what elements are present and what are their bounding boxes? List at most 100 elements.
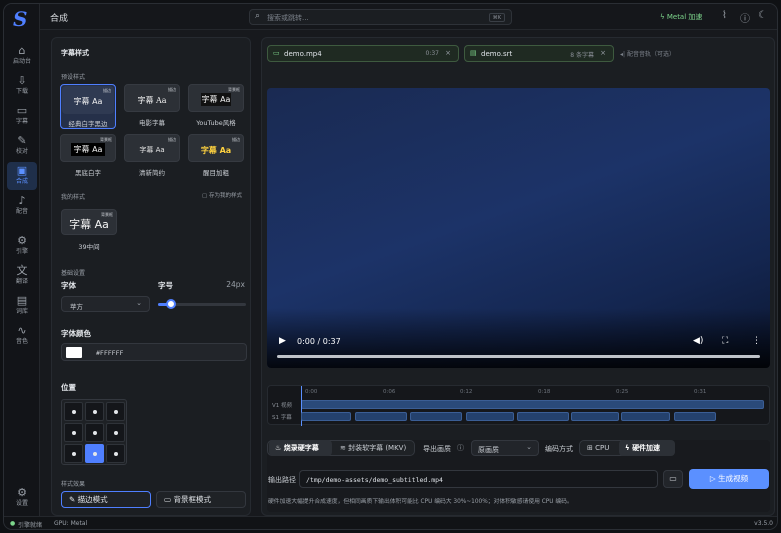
preset-name: 39中间 (78, 243, 100, 251)
playback-time: 0:00 / 0:37 (297, 337, 341, 346)
fullscreen-icon[interactable]: ⛶ (722, 336, 728, 346)
subtitle-segment[interactable] (409, 412, 463, 421)
pen-icon: ✎ (69, 495, 78, 504)
book-icon: ▤ (16, 294, 28, 307)
app-version: v3.5.0 (754, 520, 773, 527)
nav-item-settings[interactable]: ⚙ 设置 (7, 484, 37, 512)
outline-mode-button[interactable]: ✎ 描边模式 (61, 491, 151, 508)
subtitle-segment[interactable] (571, 412, 619, 421)
subtitle-segment[interactable] (673, 412, 717, 421)
preset-sample: 字幕 Aa (73, 97, 103, 106)
position-bottom-right[interactable] (106, 444, 125, 463)
preset-card[interactable]: 背景框 字幕 Aa YouTube风格 (188, 84, 244, 129)
top-bar: 合成 ⌕ 搜索或跳转... ⌘K ϟ Metal 加速 ⌇ ⓘ ☾ (40, 4, 777, 30)
video-track[interactable] (301, 400, 764, 409)
audio-icon: ◂| (620, 51, 627, 58)
box-mode-button[interactable]: ▭ 背景框模式 (156, 491, 246, 508)
video-player[interactable]: ▶ 0:00 / 0:37 ◀) ⛶ ⋮ (267, 88, 770, 368)
position-top-right[interactable] (106, 402, 125, 421)
my-style-card[interactable]: 背景框 字幕 Aa 39中间 (61, 209, 117, 254)
nav-item-translate[interactable]: 文翻译 (7, 262, 37, 290)
position-middle-center[interactable] (85, 423, 104, 442)
font-label: 字体 (61, 281, 76, 290)
subtitle-segment[interactable] (621, 412, 671, 421)
position-middle-right[interactable] (106, 423, 125, 442)
color-swatch[interactable] (66, 347, 82, 358)
folder-icon[interactable]: ▭ (663, 470, 683, 488)
preset-name: YouTube风格 (196, 119, 236, 127)
position-bottom-center[interactable] (85, 444, 104, 463)
play-icon[interactable]: ▶ (279, 336, 286, 346)
timeline[interactable]: 0:00 0:06 0:12 0:18 0:25 0:31 V1 视频 S1 字… (267, 385, 770, 426)
font-select[interactable]: 苹方 ⌄ (61, 296, 150, 312)
output-path-input[interactable]: /tmp/demo-assets/demo_subtitled.mp4 (299, 470, 658, 488)
position-top-center[interactable] (85, 402, 104, 421)
preset-name: 经典白字黑边 (68, 120, 108, 128)
preset-card[interactable]: 描边 字幕 Aa 电影字幕 (124, 84, 180, 129)
nav-item-dubbing[interactable]: ♪ 配音 (7, 192, 37, 220)
preset-card[interactable]: 描边 字幕 Aa 经典白字黑边 (60, 84, 116, 129)
activity-icon[interactable]: ⌇ (722, 10, 727, 21)
save-my-style-link[interactable]: ▢ 存为我的样式 (202, 191, 242, 199)
subtitle-style-panel: 字幕样式 预设样式 描边 字幕 Aa 经典白字黑边 描边 字幕 Aa 电影字幕 背景… (51, 37, 251, 516)
dub-audio-slot[interactable]: ◂| 配音音轨（可选） (620, 49, 675, 58)
preset-sample: 字幕 Aa (139, 146, 165, 154)
burn-hard-sub-button[interactable]: ♨ 烧录硬字幕 (269, 440, 332, 456)
more-icon[interactable]: ⋮ (752, 336, 761, 346)
preset-card[interactable]: 背景框 字幕 Aa 黑底白字 (60, 134, 116, 179)
close-icon[interactable]: × (600, 49, 606, 57)
playback-progress[interactable] (277, 355, 760, 358)
preset-card[interactable]: 描边 字幕 Aa 清新简约 (124, 134, 180, 179)
chevron-down-icon: ⌄ (136, 299, 142, 307)
size-label: 字号 (158, 281, 173, 290)
position-top-left[interactable] (64, 402, 83, 421)
quality-label: 导出画质 (423, 445, 451, 453)
encode-hw-button[interactable]: ϟ 硬件加速 (619, 440, 675, 456)
play-icon: ▷ (709, 474, 719, 483)
bolt-icon: ϟ (660, 13, 667, 21)
preset-card[interactable]: 描边 字幕 Aa 醒目加粗 (188, 134, 244, 179)
close-icon[interactable]: × (445, 49, 451, 57)
page-title: 合成 (50, 14, 69, 24)
timeline-tick: 0:12 (460, 389, 473, 395)
preset-name: 黑底白字 (75, 169, 101, 177)
search-input[interactable]: ⌕ 搜索或跳转... ⌘K (249, 9, 512, 25)
nav-item-subtitle[interactable]: ▭ 字幕 (7, 102, 37, 130)
help-icon[interactable]: ⓘ (740, 10, 750, 25)
theme-toggle-icon[interactable]: ☾ (758, 10, 767, 21)
help-icon[interactable]: ⓘ (457, 443, 464, 453)
nav-item-compose[interactable]: ▣ 合成 (7, 162, 37, 190)
nav-item-home[interactable]: ⌂ 启动台 (7, 42, 37, 70)
position-grid (61, 399, 127, 465)
basic-settings-header: 基础设置 (61, 270, 86, 277)
subtitle-segment[interactable] (517, 412, 569, 421)
subtitle-segment[interactable] (354, 412, 408, 421)
subtitle-file-chip[interactable]: ▤ demo.srt 8 条字幕 × (464, 45, 614, 62)
search-shortcut: ⌘K (488, 13, 505, 22)
subtitle-segment[interactable] (466, 412, 514, 421)
preset-sample: 字幕 Aa (201, 93, 231, 106)
nav-item-engine[interactable]: ⚙ 引擎 (7, 232, 37, 260)
timeline-tick: 0:06 (383, 389, 396, 395)
encode-cpu-button[interactable]: ⊞ CPU (581, 440, 618, 456)
nav-item-voice[interactable]: ∿ 音色 (7, 322, 37, 350)
position-bottom-left[interactable] (64, 444, 83, 463)
nav-item-glossary[interactable]: ▤ 词库 (7, 292, 37, 320)
volume-icon[interactable]: ◀) (693, 336, 703, 346)
font-color-input[interactable]: #FFFFFF (61, 343, 247, 361)
slider-handle[interactable] (166, 299, 177, 309)
quality-select[interactable]: 原画质 ⌄ (471, 440, 539, 456)
font-size-slider[interactable] (158, 299, 246, 309)
generate-video-button[interactable]: ▷ 生成视频 (689, 469, 769, 489)
nav-item-proofread[interactable]: ✎ 校对 (7, 132, 37, 160)
soft-sub-mkv-button[interactable]: ≋ 封装软字幕 (MKV) (334, 440, 415, 456)
preset-sample: 字幕 Aa (200, 146, 232, 155)
my-styles-header: 我的样式 (61, 194, 86, 201)
nav-item-download[interactable]: ⇩ 下载 (7, 72, 37, 100)
position-middle-left[interactable] (64, 423, 83, 442)
video-file-chip[interactable]: ▭ demo.mp4 0:37 × (267, 45, 459, 62)
video-file-icon: ▭ (273, 49, 280, 57)
compose-icon: ▣ (16, 164, 28, 177)
panel-title: 字幕样式 (61, 49, 89, 57)
subtitle-segment[interactable] (301, 412, 352, 421)
